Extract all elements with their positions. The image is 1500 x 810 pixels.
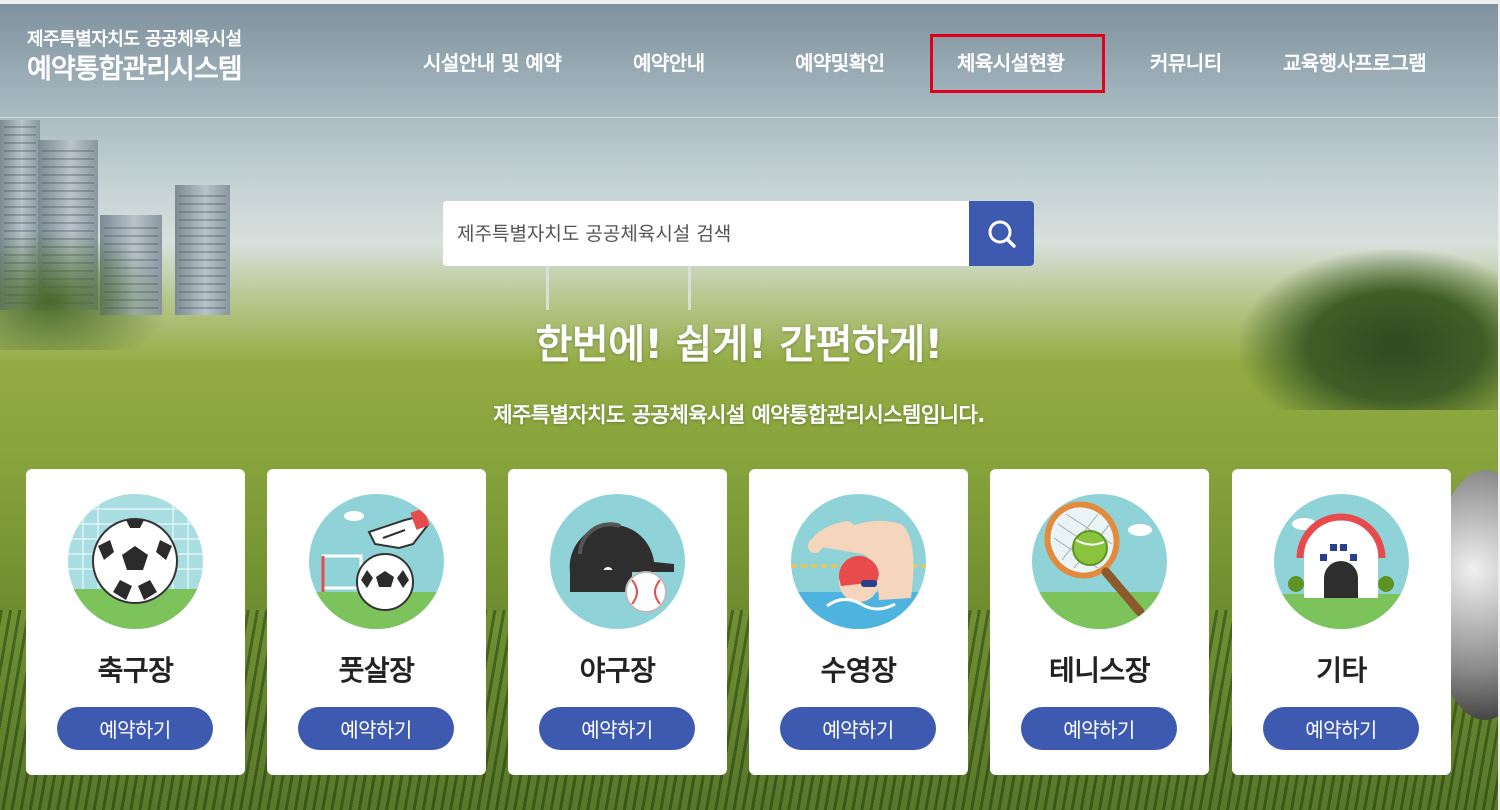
- search-icon: [988, 220, 1016, 248]
- building-decoration: [175, 185, 230, 315]
- hero-subline: 제주특별자치도 공공체육시설 예약통합관리시스템입니다.: [493, 403, 985, 427]
- reserve-button[interactable]: 예약하기: [57, 707, 213, 750]
- facility-title: 축구장: [97, 654, 174, 687]
- search-bar: [443, 201, 1034, 266]
- soccer-ball-icon: [68, 494, 203, 629]
- nav-reservation-guide[interactable]: 예약안내: [633, 48, 705, 78]
- facility-title: 수영장: [820, 654, 897, 687]
- facility-title: 기타: [1316, 654, 1367, 687]
- facility-card-futsal[interactable]: 풋살장 예약하기: [267, 469, 486, 775]
- facility-card-swimming[interactable]: 수영장 예약하기: [749, 469, 968, 775]
- facility-card-soccer[interactable]: 축구장 예약하기: [26, 469, 245, 775]
- pole-decoration: [688, 265, 691, 310]
- nav-community[interactable]: 커뮤니티: [1150, 48, 1222, 78]
- reserve-button[interactable]: 예약하기: [298, 707, 454, 750]
- nav-education-programs[interactable]: 교육행사프로그램: [1283, 48, 1427, 78]
- top-header: 제주특별자치도 공공체육시설 예약통합관리시스템 시설안내 및 예약 예약안내 …: [0, 0, 1500, 118]
- futsal-icon: [309, 494, 444, 629]
- facility-title: 풋살장: [338, 654, 415, 687]
- facility-title: 야구장: [579, 654, 656, 687]
- reserve-button[interactable]: 예약하기: [539, 707, 695, 750]
- search-button[interactable]: [969, 201, 1034, 266]
- reserve-button[interactable]: 예약하기: [780, 707, 936, 750]
- reserve-button[interactable]: 예약하기: [1021, 707, 1177, 750]
- facility-card-other[interactable]: 기타 예약하기: [1232, 469, 1451, 775]
- facility-title: 테니스장: [1048, 654, 1151, 687]
- main-navigation: 시설안내 및 예약 예약안내 예약및확인 체육시설현황 커뮤니티 교육행사프로그…: [0, 48, 1500, 78]
- building-icon: [1274, 494, 1409, 629]
- tennis-icon: [1032, 494, 1167, 629]
- nav-highlight-box: [930, 34, 1105, 93]
- facility-card-tennis[interactable]: 테니스장 예약하기: [990, 469, 1209, 775]
- facility-card-baseball[interactable]: 야구장 예약하기: [508, 469, 727, 775]
- swimmer-icon: [791, 494, 926, 629]
- reserve-button[interactable]: 예약하기: [1263, 707, 1419, 750]
- hero-headline: 한번에! 쉽게! 간편하게!: [535, 322, 943, 368]
- pole-decoration: [546, 265, 549, 310]
- nav-facility-guide-reservation[interactable]: 시설안내 및 예약: [423, 48, 562, 78]
- search-input[interactable]: [443, 201, 969, 266]
- baseball-icon: [550, 494, 685, 629]
- nav-reservation-check[interactable]: 예약및확인: [795, 48, 885, 78]
